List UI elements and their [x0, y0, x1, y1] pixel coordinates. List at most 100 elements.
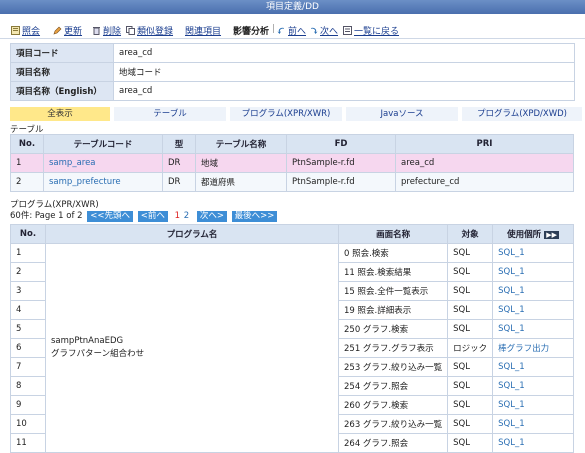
usage-link[interactable]: SQL_1: [498, 419, 524, 429]
col-header: No.: [10, 134, 44, 154]
cell-no: 3: [10, 281, 46, 301]
pager-last-button[interactable]: 最後へ>>: [231, 211, 278, 222]
usage-link[interactable]: SQL_1: [498, 248, 524, 258]
toolbar-divider: |: [272, 24, 276, 34]
col-header: テーブル名称: [195, 134, 287, 154]
impact-analysis-label: 影響分析: [233, 27, 270, 37]
update-icon: [53, 26, 62, 35]
cell-usage[interactable]: SQL_1: [492, 395, 574, 415]
info-value: area_cd: [113, 43, 575, 63]
usage-link[interactable]: SQL_1: [498, 267, 524, 277]
program-row: 1 sampPtnAnaEDG グラフパターン組合わせ 0 照会.検索 SQL …: [10, 243, 574, 453]
col-header: テーブルコード: [43, 134, 163, 154]
cell-no: 5: [10, 319, 46, 339]
cell-usage[interactable]: SQL_1: [492, 262, 574, 282]
col-header: 使用個所 ▶▶: [492, 224, 574, 244]
copy-icon: [126, 26, 135, 35]
program-header-row: No. プログラム名 画面名称 対象 使用個所 ▶▶: [10, 224, 574, 244]
col-header: プログラム名: [45, 224, 339, 244]
cell-usage[interactable]: SQL_1: [492, 414, 574, 434]
filter-tabs: 全表示 テーブル プログラム(XPR/XWR) Javaソース プログラム(XP…: [10, 107, 582, 121]
update-button[interactable]: 更新: [53, 24, 82, 37]
tab-program-xpd[interactable]: プログラム(XPD/XWD): [462, 107, 582, 121]
usage-link[interactable]: SQL_1: [498, 305, 524, 315]
table-code-link[interactable]: samp_prefecture: [49, 177, 121, 187]
cell-usage[interactable]: SQL_1: [492, 376, 574, 396]
program-description: グラフパターン組合わせ: [51, 349, 145, 359]
expand-columns-icon[interactable]: ▶▶: [544, 231, 559, 239]
cell-usage[interactable]: SQL_1: [492, 243, 574, 263]
cell-screen-name: 11 照会.検索結果: [337, 262, 449, 282]
next-button[interactable]: 次へ: [309, 24, 338, 37]
usage-link[interactable]: SQL_1: [498, 381, 524, 391]
usage-link[interactable]: 棒グラフ出力: [498, 344, 549, 354]
prev-icon: [277, 27, 284, 34]
tab-program-xpr[interactable]: プログラム(XPR/XWR): [230, 107, 342, 121]
cell-no: 2: [10, 172, 44, 192]
cell-no: 7: [10, 357, 46, 377]
cell-target: SQL: [447, 395, 494, 415]
window-title: 項目定義/DD: [0, 0, 585, 14]
cell-no: 1: [10, 243, 46, 263]
tab-java-source[interactable]: Javaソース: [346, 107, 458, 121]
next-icon: [311, 27, 318, 34]
info-value: 地域コード: [113, 62, 575, 82]
cell-type: DR: [162, 172, 196, 192]
table-list: No. テーブルコード 型 テーブル名称 FD PRI 1 samp_area …: [10, 134, 574, 192]
usage-link[interactable]: SQL_1: [498, 362, 524, 372]
cell-no: 6: [10, 338, 46, 358]
view-button[interactable]: 照会: [11, 24, 40, 37]
cell-screen-name: 264 グラフ.照会: [337, 433, 449, 453]
cell-target: SQL: [447, 376, 494, 396]
cell-table-name: 都道府県: [195, 172, 287, 192]
col-header: 対象: [447, 224, 494, 244]
col-header: 型: [162, 134, 196, 154]
usage-link[interactable]: SQL_1: [498, 438, 524, 448]
cell-screen-name: 250 グラフ.検索: [337, 319, 449, 339]
cell-table-code[interactable]: samp_area: [43, 153, 163, 173]
cell-usage[interactable]: SQL_1: [492, 433, 574, 453]
cell-no: 2: [10, 262, 46, 282]
col-header: No.: [10, 224, 46, 244]
cell-screen-name: 263 グラフ.絞り込み一覧: [337, 414, 449, 434]
similar-register-button[interactable]: 類似登録: [126, 24, 173, 37]
usage-link[interactable]: SQL_1: [498, 324, 524, 334]
pager: 60件: Page 1 of 2 <<先頭へ <前へ 1 2 次へ> 最後へ>>: [10, 209, 278, 222]
back-to-list-button[interactable]: 一覧に戻る: [343, 24, 399, 37]
pager-next-button[interactable]: 次へ>: [196, 211, 227, 222]
cell-target: SQL: [447, 319, 494, 339]
cell-screen-name: 260 グラフ.検索: [337, 395, 449, 415]
pager-page-2-link[interactable]: 2: [184, 211, 189, 221]
col-header: PRI: [395, 134, 574, 154]
table-code-link[interactable]: samp_area: [49, 158, 96, 168]
delete-button[interactable]: 削除: [92, 24, 121, 37]
cell-usage[interactable]: SQL_1: [492, 357, 574, 377]
cell-usage[interactable]: SQL_1: [492, 300, 574, 320]
cell-target: SQL: [447, 300, 494, 320]
usage-link[interactable]: SQL_1: [498, 286, 524, 296]
list-icon: [343, 26, 352, 35]
pager-first-button[interactable]: <<先頭へ: [87, 211, 134, 222]
table-header-row: No. テーブルコード 型 テーブル名称 FD PRI: [10, 134, 574, 154]
cell-pri: area_cd: [395, 153, 574, 173]
usage-location-header: 使用個所: [507, 230, 542, 240]
table-row: 2 samp_prefecture DR 都道府県 PtnSample-r.fd…: [10, 172, 574, 192]
tab-all[interactable]: 全表示: [10, 107, 110, 121]
prev-button[interactable]: 前へ: [277, 24, 306, 37]
cell-usage[interactable]: SQL_1: [492, 319, 574, 339]
cell-usage[interactable]: 棒グラフ出力: [492, 338, 574, 358]
col-header: 画面名称: [337, 224, 449, 244]
pager-prev-button[interactable]: <前へ: [137, 211, 168, 222]
info-label: 項目コード: [10, 43, 114, 63]
cell-target: SQL: [447, 414, 494, 434]
usage-link[interactable]: SQL_1: [498, 400, 524, 410]
cell-target: SQL: [447, 281, 494, 301]
cell-no: 8: [10, 376, 46, 396]
related-items-link[interactable]: 関連項目: [185, 24, 221, 37]
cell-type: DR: [162, 153, 196, 173]
toolbar: 照会 更新 削除 類似登録 関連項目 影響分析 | 前へ 次へ 一覧に戻る: [0, 20, 585, 40]
cell-usage[interactable]: SQL_1: [492, 281, 574, 301]
cell-table-code[interactable]: samp_prefecture: [43, 172, 163, 192]
tab-table[interactable]: テーブル: [114, 107, 226, 121]
cell-screen-name: 253 グラフ.絞り込み一覧: [337, 357, 449, 377]
